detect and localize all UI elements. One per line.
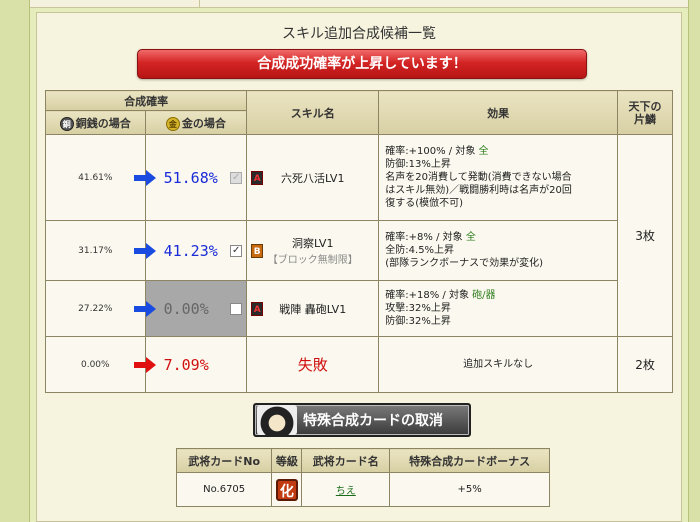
top-strip: [30, 0, 688, 8]
heaven-count: 3枚: [617, 134, 673, 337]
candidate-table: 合成確率 スキル名 効果 天下の 片鱗 銅銅銭の場合 金金の場合 41.61% …: [44, 90, 673, 393]
portrait-icon: [257, 405, 297, 435]
blue-arrow-icon: [133, 169, 156, 186]
heaven-col-header: 天下の 片鱗: [617, 90, 673, 135]
skill-effect: 追加スキルなし: [378, 336, 619, 393]
right-frame: [688, 0, 700, 522]
blue-arrow-icon: [133, 242, 156, 259]
blue-arrow-icon: [133, 300, 156, 317]
grade-badge-icon: 化: [275, 478, 298, 501]
skill-effect: 確率:+100% / 対象 全 防御:13%上昇 名声を20消費して発動(消費で…: [378, 134, 619, 221]
cancel-special-card-button[interactable]: 特殊合成カードの取消: [253, 403, 471, 437]
copper-col-header: 銅銅銭の場合: [45, 110, 146, 135]
skill-name: 戦陣 轟砲LV1: [279, 302, 347, 316]
gold-rate: 41.23%: [163, 241, 218, 260]
skill-checkbox[interactable]: [230, 302, 243, 315]
card-table: 武将カードNo 等級 武将カード名 特殊合成カードボーナス No.6705 化 …: [175, 448, 550, 507]
rate-group-header: 合成確率: [44, 90, 248, 111]
table-row: 0.00% 7.09% 失敗 追加スキルなし 2枚: [45, 336, 673, 393]
grade-header: 等級: [271, 448, 303, 473]
effect-col-header: 効果: [378, 90, 619, 135]
copper-rate: 0.00%: [45, 336, 146, 393]
table-row: 31.17% 41.23% ✓ B 洞察LV1 【ブロック無制限】 確率:+8%…: [45, 220, 673, 281]
card-name-link[interactable]: ちえ: [336, 486, 356, 497]
skill-col-header: スキル名: [246, 90, 380, 135]
skill-name: 六死八活LV1: [281, 171, 345, 185]
skill-note: 【ブロック無制限】: [267, 255, 358, 266]
skill-effect: 確率:+8% / 対象 全 全防:4.5%上昇 (部隊ランクボーナスで効果が変化…: [378, 220, 619, 281]
gold-col-header: 金金の場合: [144, 110, 248, 135]
fail-label: 失敗: [246, 336, 380, 393]
skill-name: 洞察LV1: [292, 237, 334, 250]
card-name-header: 武将カード名: [301, 448, 391, 473]
gold-rate: 51.68%: [163, 168, 218, 187]
skill-checkbox[interactable]: ✓: [230, 171, 243, 184]
gold-coin-icon: 金: [165, 116, 180, 131]
left-frame: [0, 0, 30, 522]
copper-coin-icon: 銅: [59, 116, 74, 131]
success-rate-banner: 合成成功確率が上昇しています！: [137, 49, 587, 79]
table-row: 41.61% 51.68% ✓ A 六死八活LV1 確率:+100% / 対象 …: [45, 134, 673, 337]
gold-rate: 7.09%: [163, 355, 209, 374]
red-arrow-icon: [133, 356, 156, 373]
skill-checkbox[interactable]: ✓: [230, 244, 243, 257]
table-row: 27.22% 0.00% A 戦陣 轟砲LV1 確率:+18% / 対象 砲/器…: [45, 280, 673, 337]
bonus-header: 特殊合成カードボーナス: [389, 448, 550, 473]
card-bonus: +5%: [389, 472, 550, 507]
rank-badge-icon: A: [251, 301, 264, 316]
copper-rate: 31.17%: [45, 220, 146, 281]
table-row: No.6705 化 ちえ +5%: [175, 472, 550, 507]
gold-rate: 0.00%: [163, 299, 209, 318]
copper-rate: 41.61%: [45, 134, 146, 221]
cancel-button-label: 特殊合成カードの取消: [303, 413, 443, 429]
heaven-count: 2枚: [617, 336, 673, 393]
page-title: スキル追加合成候補一覧: [282, 26, 436, 42]
rank-badge-icon: B: [251, 243, 264, 258]
skill-effect: 確率:+18% / 対象 砲/器 攻撃:32%上昇 防御:32%上昇: [378, 280, 619, 337]
synthesis-panel: スキル追加合成候補一覧 合成成功確率が上昇しています！ 合成確率 スキル名 効果…: [36, 12, 682, 522]
card-no: No.6705: [175, 472, 273, 507]
rank-badge-icon: A: [251, 170, 264, 185]
copper-rate: 27.22%: [45, 280, 146, 337]
card-no-header: 武将カードNo: [175, 448, 273, 473]
